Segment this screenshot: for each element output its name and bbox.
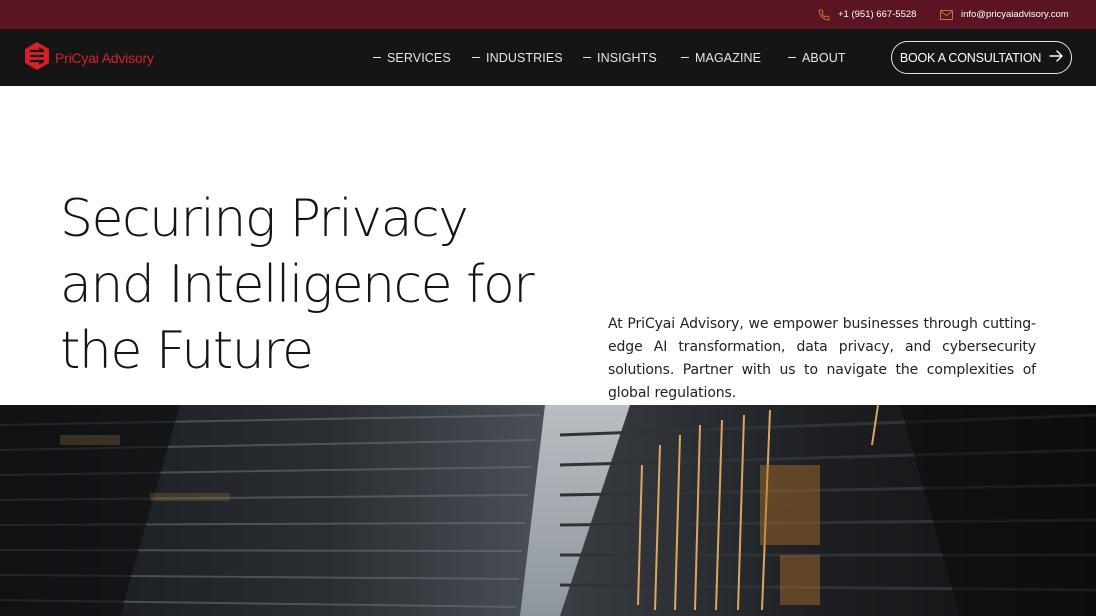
brand-logo[interactable]: PriCyai Advisory xyxy=(24,41,154,76)
dash-icon xyxy=(583,57,591,58)
nav-item-about[interactable]: ABOUT xyxy=(788,29,846,86)
dash-icon xyxy=(472,57,480,58)
hero-title-line: Securing Privacy xyxy=(60,189,469,249)
nav-item-magazine[interactable]: MAGAZINE xyxy=(681,29,761,86)
email-contact[interactable]: info@pricyaiadvisory.com xyxy=(940,0,1069,29)
hero-description: At PriCyai Advisory, we empower business… xyxy=(608,316,1036,401)
nav-item-label: INSIGHTS xyxy=(597,50,657,65)
dash-icon xyxy=(681,57,689,58)
arrow-right-icon xyxy=(1049,50,1063,65)
top-contact-bar: +1 (951) 667-5528 info@pricyaiadvisory.c… xyxy=(0,0,1096,29)
hero-title: Securing Privacy and Intelligence for th… xyxy=(60,186,580,384)
nav-item-label: INDUSTRIES xyxy=(486,50,563,65)
email-address: info@pricyaiadvisory.com xyxy=(961,9,1069,20)
pricyai-logo-icon xyxy=(24,41,50,76)
hero-title-line: the Future xyxy=(60,321,314,381)
nav-item-label: SERVICES xyxy=(387,50,451,65)
book-consultation-button[interactable]: BOOK A CONSULTATION xyxy=(891,41,1072,74)
nav-item-label: ABOUT xyxy=(802,50,846,65)
hero-title-line: and Intelligence for xyxy=(60,255,535,315)
mail-icon xyxy=(940,9,953,20)
nav-item-services[interactable]: SERVICES xyxy=(373,29,451,86)
nav-item-industries[interactable]: INDUSTRIES xyxy=(472,29,563,86)
nav-item-insights[interactable]: INSIGHTS xyxy=(583,29,657,86)
nav-item-label: MAGAZINE xyxy=(695,50,762,65)
main-navbar: PriCyai Advisory SERVICES INDUSTRIES INS… xyxy=(0,29,1096,86)
phone-icon xyxy=(818,8,830,21)
phone-contact[interactable]: +1 (951) 667-5528 xyxy=(818,0,916,29)
phone-number: +1 (951) 667-5528 xyxy=(838,9,917,20)
brand-name: PriCyai Advisory xyxy=(55,50,154,66)
dash-icon xyxy=(788,57,796,58)
skyscraper-hero-image xyxy=(0,405,1096,616)
cta-label: BOOK A CONSULTATION xyxy=(899,50,1042,65)
dash-icon xyxy=(373,57,381,58)
